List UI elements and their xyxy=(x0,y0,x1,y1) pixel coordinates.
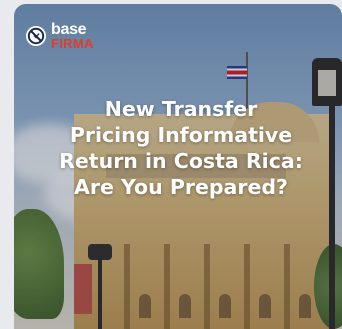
brand-wordmark: base FIRMA xyxy=(51,22,94,51)
brand-logo: base FIRMA xyxy=(26,22,94,50)
post-headline: New Transfer Pricing Informative Return … xyxy=(28,96,334,200)
headline-line: Return in Costa Rica: xyxy=(59,149,303,173)
headline-line: New Transfer xyxy=(104,97,258,121)
headline-line: Pricing Informative xyxy=(69,123,293,147)
headline-line: Are You Prepared? xyxy=(74,175,288,199)
brand-name-bottom: FIRMA xyxy=(51,36,94,51)
no-entry-logo-icon xyxy=(26,26,46,46)
post-image-card[interactable]: base FIRMA New Transfer Pricing Informat… xyxy=(14,4,342,329)
